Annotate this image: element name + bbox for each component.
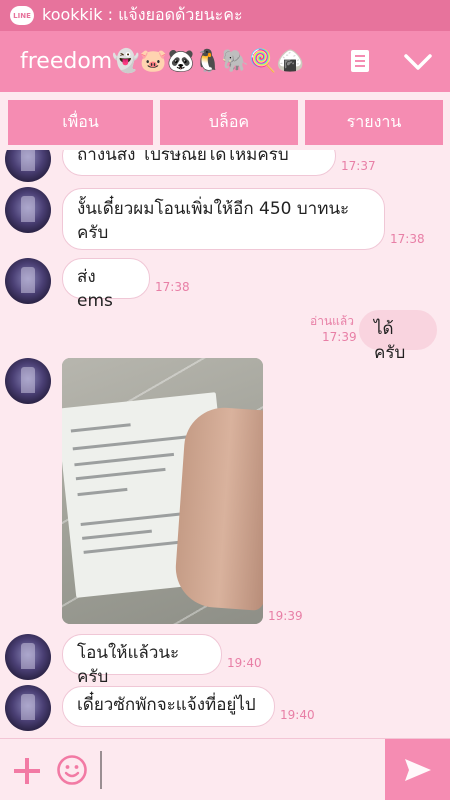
- message-bubble[interactable]: ถ้างั้นส่ง โปรษณีย์ได้ไหมครับ: [62, 150, 336, 176]
- note-icon[interactable]: [348, 49, 372, 73]
- message-bubble[interactable]: โอนให้แล้วนะครับ: [62, 634, 222, 687]
- message-bubble[interactable]: ส่ง ems: [62, 258, 150, 311]
- message-input[interactable]: [100, 751, 380, 789]
- chat-title: freedom👻🐷🐼🐧🐘🍭🍙: [20, 49, 304, 74]
- receipt-line: [82, 529, 152, 540]
- notification-bar[interactable]: LINE kookkik : แจ้งยอดด้วยนะคะ: [0, 0, 450, 31]
- chevron-down-icon[interactable]: [402, 47, 434, 77]
- avatar[interactable]: [5, 634, 51, 680]
- avatar[interactable]: [5, 685, 51, 731]
- message-text: เดี๋ยวซักพักจะแจ้งที่อยู่ไป: [77, 695, 256, 715]
- receipt-line: [74, 452, 175, 467]
- hand-image: [173, 405, 263, 611]
- tab-block[interactable]: บล็อค: [160, 100, 298, 145]
- send-icon: [404, 759, 431, 781]
- message-bubble[interactable]: เดี๋ยวซักพักจะแจ้งที่อยู่ไป: [62, 686, 275, 727]
- notification-text: kookkik : แจ้งยอดด้วยนะคะ: [42, 5, 243, 24]
- message-list[interactable]: ถ้างั้นส่ง โปรษณีย์ได้ไหมครับ 17:37 งั้น…: [0, 150, 450, 738]
- action-tabs: เพื่อน บล็อค รายงาน: [0, 92, 450, 150]
- receipt-line: [77, 487, 128, 497]
- avatar[interactable]: [5, 358, 51, 404]
- receipt-line: [80, 511, 191, 526]
- plus-icon[interactable]: [12, 756, 42, 786]
- tab-report[interactable]: รายงาน: [305, 100, 443, 145]
- receipt-line: [72, 434, 193, 451]
- message-time: 19:40: [227, 656, 262, 670]
- message-time: 17:38: [155, 280, 190, 294]
- photo-message[interactable]: [62, 358, 263, 624]
- message-text: ได้ครับ: [374, 319, 406, 363]
- message-text: งั้นเดี๋ยวผมโอนเพิ่มให้อีก 450 บาทนะครับ: [77, 199, 350, 243]
- message-text: ถ้างั้นส่ง โปรษณีย์ได้ไหมครับ: [77, 150, 289, 165]
- message-time: 19:39: [268, 609, 303, 623]
- message-time: 17:38: [390, 232, 425, 246]
- message-time: 17:37: [341, 159, 376, 173]
- message-text: โอนให้แล้วนะครับ: [77, 643, 180, 687]
- message-text: ส่ง ems: [77, 267, 113, 311]
- avatar[interactable]: [5, 187, 51, 233]
- smiley-icon[interactable]: [56, 754, 88, 786]
- message-time: 19:40: [280, 708, 315, 722]
- avatar[interactable]: [5, 150, 51, 182]
- tab-friend[interactable]: เพื่อน: [8, 100, 153, 145]
- message-bubble[interactable]: งั้นเดี๋ยวผมโอนเพิ่มให้อีก 450 บาทนะครับ: [62, 188, 385, 250]
- receipt-line: [75, 467, 166, 481]
- message-bubble-sent[interactable]: ได้ครับ: [359, 310, 437, 363]
- composer-bar: [0, 738, 450, 800]
- avatar[interactable]: [5, 258, 51, 304]
- read-receipt: อ่านแล้ว: [310, 314, 354, 328]
- chat-header: freedom👻🐷🐼🐧🐘🍭🍙: [0, 31, 450, 92]
- message-time: 17:39: [322, 330, 357, 344]
- receipt-line: [70, 423, 131, 433]
- send-button[interactable]: [385, 739, 450, 800]
- line-app-icon: LINE: [10, 6, 34, 25]
